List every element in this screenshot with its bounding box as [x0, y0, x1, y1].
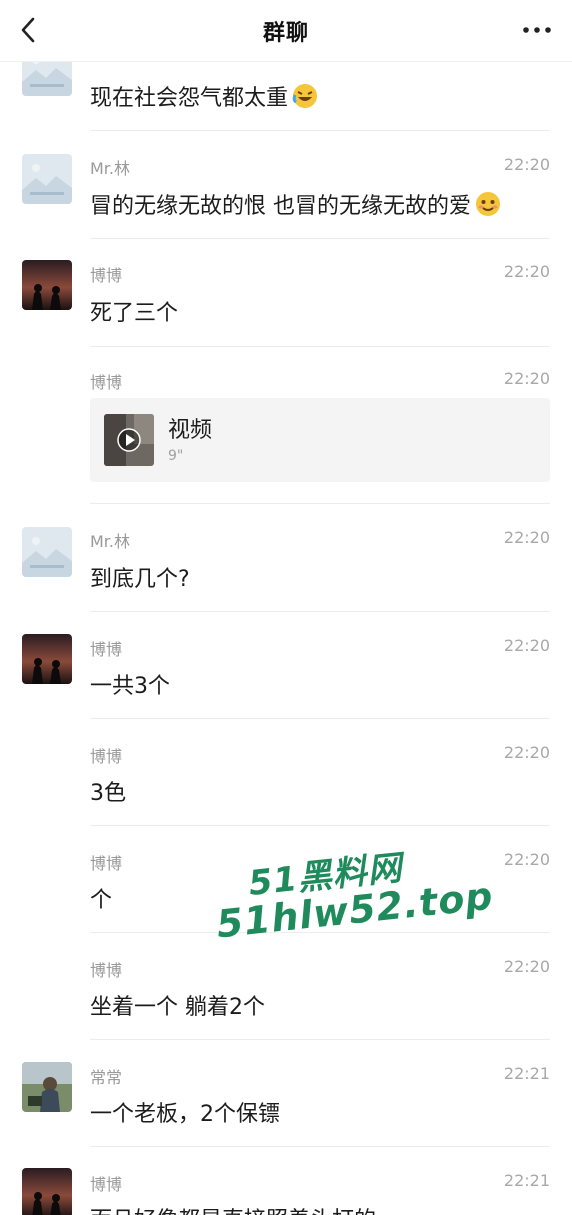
avatar[interactable]	[22, 154, 72, 204]
avatar[interactable]	[22, 260, 72, 310]
message-time: 22:20	[503, 957, 550, 976]
message-text: 一共3个	[90, 674, 170, 699]
divider	[90, 503, 550, 504]
divider	[90, 718, 550, 719]
sender-name: 常常	[90, 1068, 123, 1087]
video-card[interactable]: 视频 9"	[90, 398, 550, 482]
message-time: 22:20	[503, 743, 550, 762]
message-text: 个	[90, 888, 113, 913]
message-text: 一个老板，2个保镖	[90, 1102, 280, 1127]
ellipsis-icon[interactable]	[522, 22, 552, 38]
sender-name: 博博	[90, 747, 123, 766]
divider	[90, 1146, 550, 1147]
top-bar: 群聊	[0, 0, 572, 62]
message-text: 到底几个?	[90, 567, 190, 592]
sender-name: Mr.林	[90, 159, 131, 178]
message-time: 22:20	[503, 155, 550, 174]
message-time: 22:20	[503, 636, 550, 655]
message-text: 而且好像都是直接照着头打的	[90, 1202, 376, 1215]
message-time: 22:20	[503, 369, 550, 388]
divider	[90, 130, 550, 131]
video-title: 视频	[168, 418, 213, 443]
sender-name: 博博	[90, 640, 123, 659]
divider	[90, 825, 550, 826]
avatar[interactable]	[22, 527, 72, 577]
message-text: 现在社会怨气都太重	[90, 80, 318, 112]
message-time: 22:20	[503, 262, 550, 281]
sender-name: 博博	[90, 961, 123, 980]
flushed-smile-emoji-icon	[476, 192, 500, 216]
avatar[interactable]	[22, 1168, 72, 1215]
sender-name: 博博	[90, 1175, 123, 1194]
message-time: 22:21	[503, 1171, 550, 1190]
message-time: 22:20	[503, 528, 550, 547]
sender-name: 博博	[90, 854, 123, 873]
message-time: 22:20	[503, 850, 550, 869]
sender-name: 博博	[90, 373, 123, 392]
message-text: 3色	[90, 781, 126, 806]
message-text: 坐着一个 躺着2个	[90, 995, 265, 1020]
chevron-left-icon[interactable]	[18, 15, 38, 45]
divider	[90, 611, 550, 612]
chat-list: 现在社会怨气都太重 Mr.林 22:20 冒的无缘无故的恨 也冒的无缘无故的爱 …	[0, 0, 572, 1215]
sender-name: Mr.林	[90, 532, 131, 551]
divider	[90, 932, 550, 933]
avatar[interactable]	[22, 634, 72, 684]
sender-name: 博博	[90, 266, 123, 285]
divider	[90, 1039, 550, 1040]
divider	[90, 346, 550, 347]
message-text: 冒的无缘无故的恨 也冒的无缘无故的爱	[90, 188, 501, 220]
message-time: 22:21	[503, 1064, 550, 1083]
video-duration: 9"	[168, 448, 184, 464]
video-thumbnail[interactable]	[104, 414, 154, 466]
message-text: 死了三个	[90, 301, 179, 326]
divider	[90, 238, 550, 239]
avatar[interactable]	[22, 1062, 72, 1112]
laughing-crying-emoji-icon	[292, 84, 318, 108]
page-title: 群聊	[262, 20, 309, 46]
